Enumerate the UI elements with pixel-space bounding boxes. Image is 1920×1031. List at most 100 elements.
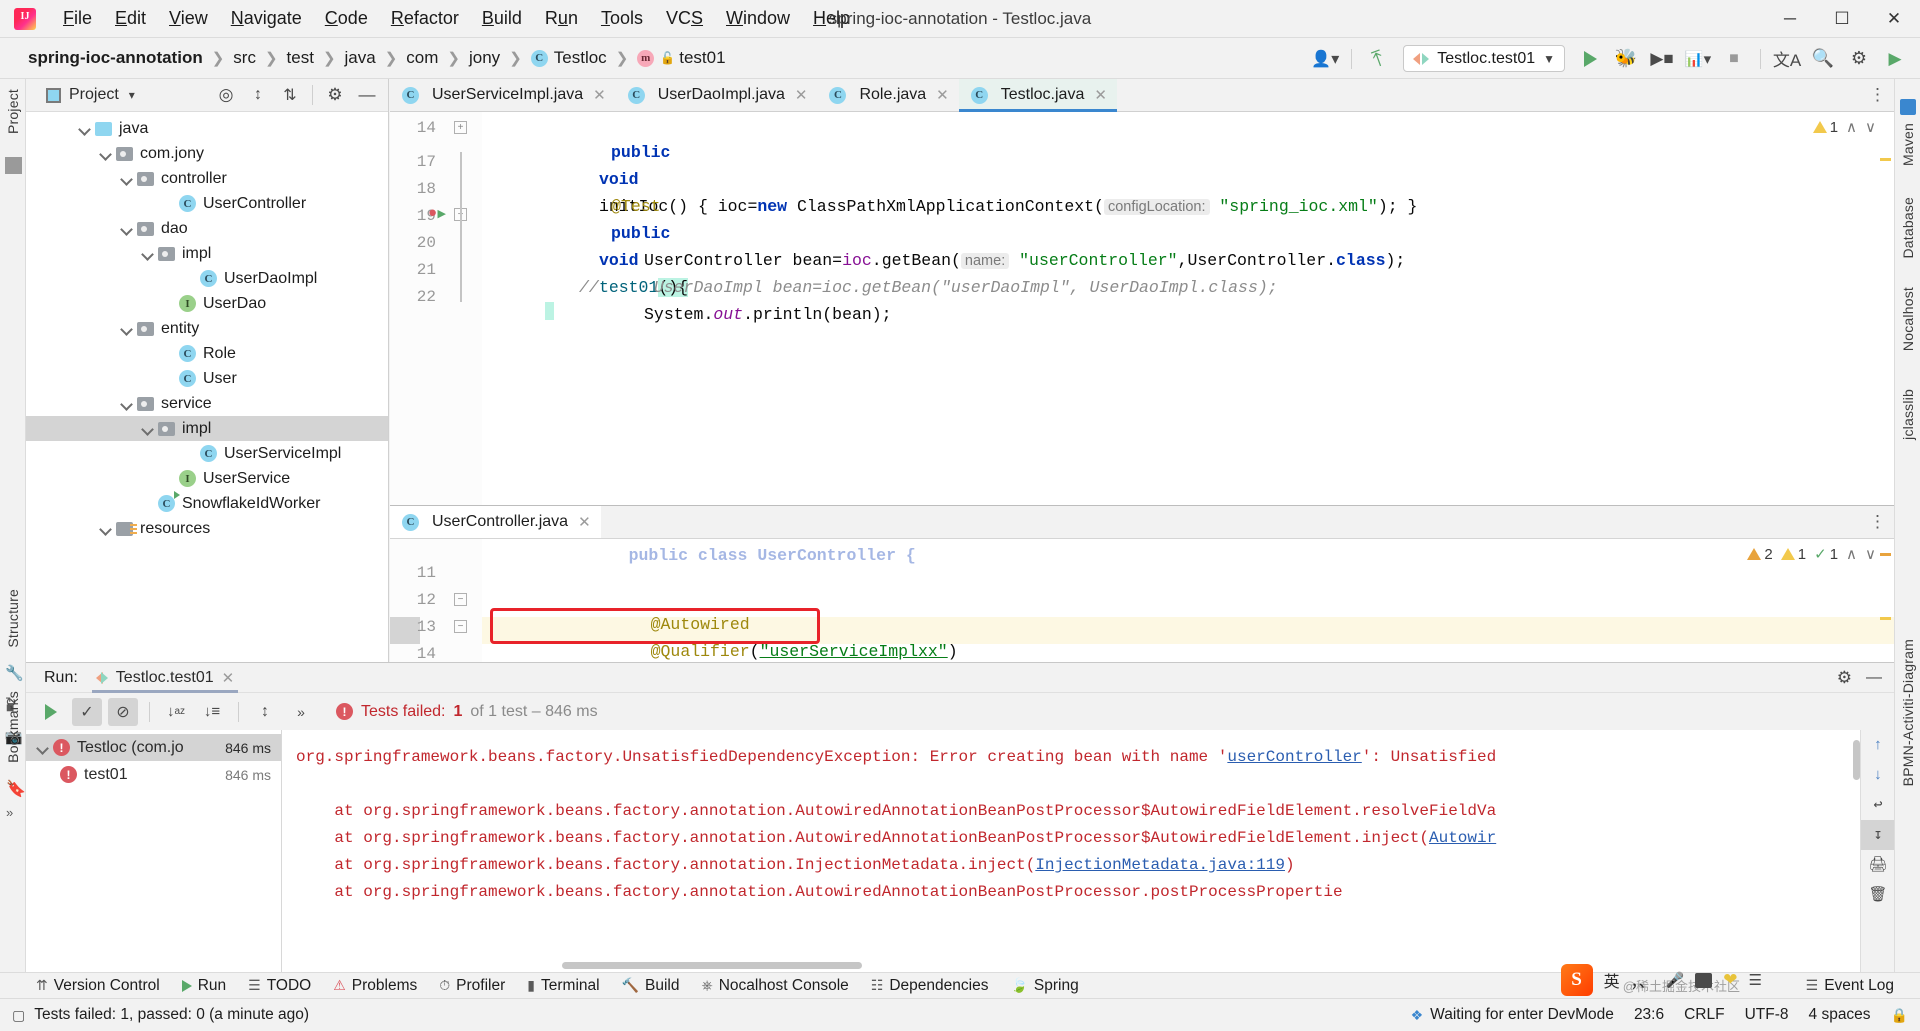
- updates-icon[interactable]: ▶: [1880, 44, 1910, 74]
- minimap-error-stripe-2[interactable]: [1880, 617, 1891, 620]
- menu-item-help[interactable]: Help: [802, 4, 861, 33]
- tree-node-userdaoimpl[interactable]: C UserDaoImpl: [26, 266, 388, 291]
- indent-setting[interactable]: 4 spaces: [1809, 1006, 1871, 1024]
- chevron-down-icon[interactable]: [120, 172, 134, 186]
- editor-tab-bar[interactable]: C UserServiceImpl.java ✕ C UserDaoImpl.j…: [390, 79, 1894, 112]
- test-tree-row-suite[interactable]: ! Testloc (com.jo 846 ms: [26, 734, 281, 761]
- sort-by-duration-icon[interactable]: ↓≡: [197, 698, 227, 726]
- expand-collapse-icon[interactable]: ↕: [250, 698, 280, 726]
- menu-icon[interactable]: ☰: [1749, 971, 1762, 989]
- print-icon[interactable]: 🖨: [1861, 850, 1894, 880]
- debug-icon[interactable]: 🐝: [1611, 44, 1641, 74]
- strip-label-bookmarks[interactable]: Bookmarks: [5, 691, 21, 763]
- chevron-down-icon[interactable]: [78, 122, 92, 136]
- close-icon[interactable]: ✕: [593, 86, 606, 104]
- split-editor-tab-bar[interactable]: C UserController.java ✕ ⋮: [390, 506, 1894, 539]
- build-icon[interactable]: ⤒: [1359, 39, 1397, 77]
- editor-tab-testloc[interactable]: C Testloc.java ✕: [958, 79, 1118, 112]
- scroll-to-end-icon[interactable]: ↧: [1861, 820, 1894, 850]
- next-problem-icon[interactable]: ∨: [1865, 118, 1876, 136]
- bottom-tab-nocalhost[interactable]: ⎈ Nocalhost Console: [701, 977, 848, 995]
- devmode-status[interactable]: ❖ Waiting for enter DevMode: [1411, 1006, 1614, 1024]
- microphone-icon[interactable]: 🎤: [1666, 971, 1685, 989]
- prev-problem-icon[interactable]: ∧: [1846, 118, 1857, 136]
- scroll-up-icon[interactable]: ↑: [1861, 730, 1894, 760]
- chevron-down-icon[interactable]: [120, 222, 134, 236]
- minimap-warning-stripe[interactable]: [1880, 158, 1891, 161]
- test-results-tree[interactable]: ! Testloc (com.jo 846 ms ! test01 846 ms: [26, 730, 282, 972]
- rerun-icon[interactable]: [36, 698, 66, 726]
- minimap-error-stripe-1[interactable]: [1880, 553, 1891, 556]
- editor-tab-userserviceimpl[interactable]: C UserServiceImpl.java ✕: [390, 79, 616, 111]
- strip-label-project[interactable]: Project: [5, 89, 21, 134]
- bottom-tab-spring[interactable]: 🍃 Spring: [1010, 977, 1078, 995]
- green-check-count[interactable]: ✓ 1: [1814, 545, 1838, 564]
- strip-label-structure[interactable]: Structure: [5, 589, 21, 648]
- tools-icon[interactable]: 🔧: [5, 664, 24, 682]
- fold-collapse-icon[interactable]: −: [454, 593, 467, 606]
- fold-expand-icon[interactable]: +: [454, 121, 467, 134]
- breadcrumb-com[interactable]: com: [406, 48, 438, 68]
- tree-node-impl[interactable]: impl: [26, 241, 388, 266]
- test-tree-row-test[interactable]: ! test01 846 ms: [26, 761, 281, 788]
- window-controls[interactable]: ─ ☐ ✕: [1764, 0, 1920, 38]
- translate-icon[interactable]: 文A: [1772, 44, 1802, 74]
- run-console-output[interactable]: org.springframework.beans.factory.Unsati…: [282, 730, 1894, 972]
- scroll-down-icon[interactable]: ↓: [1861, 760, 1894, 790]
- menu-item-view[interactable]: View: [158, 4, 219, 33]
- tree-node-entity[interactable]: entity: [26, 316, 388, 341]
- tree-node-userservice[interactable]: I UserService: [26, 466, 388, 491]
- run-toolbar[interactable]: ✓ ⊘ ↓ az ↓≡ ↕ » ! Tests failed: 1 of 1 te…: [26, 693, 1894, 730]
- close-icon[interactable]: ✕: [222, 669, 235, 687]
- chevron-down-icon[interactable]: ▾: [129, 88, 135, 102]
- bottom-tab-run[interactable]: Run: [181, 977, 226, 995]
- lock-icon[interactable]: 🔒: [1891, 1007, 1908, 1024]
- menu-item-window[interactable]: Window: [715, 4, 801, 33]
- expand-all-icon[interactable]: ↕: [243, 80, 273, 110]
- close-button[interactable]: ✕: [1868, 0, 1920, 38]
- fold-collapse-icon-2[interactable]: −: [454, 620, 467, 633]
- sort-alphabetically-icon[interactable]: ↓ az: [161, 698, 191, 726]
- line-separator[interactable]: CRLF: [1684, 1006, 1724, 1024]
- tree-node-usercontroller[interactable]: C UserController: [26, 191, 388, 216]
- menu-item-tools[interactable]: Tools: [590, 4, 654, 33]
- strip-label-database[interactable]: Database: [1900, 197, 1916, 259]
- menu-item-run[interactable]: Run: [534, 4, 589, 33]
- more-options-icon[interactable]: ⋮: [1869, 85, 1886, 105]
- vertical-scrollbar[interactable]: [1853, 740, 1860, 780]
- chevron-down-icon[interactable]: [99, 147, 113, 161]
- bottom-tab-problems[interactable]: ⚠ Problems: [333, 977, 417, 995]
- tree-node-dao[interactable]: dao: [26, 216, 388, 241]
- chevron-down-icon[interactable]: [141, 422, 155, 436]
- maximize-button[interactable]: ☐: [1816, 0, 1868, 38]
- more-strip-icon[interactable]: »: [6, 805, 13, 820]
- tree-node-controller[interactable]: controller: [26, 166, 388, 191]
- gear-icon[interactable]: ⚙: [320, 80, 350, 110]
- tree-node-userserviceimpl[interactable]: C UserServiceImpl: [26, 441, 388, 466]
- run-with-coverage-icon[interactable]: ▶■: [1647, 44, 1677, 74]
- settings-icon[interactable]: ⚙: [1844, 44, 1874, 74]
- prev-problem-icon[interactable]: ∧: [1846, 545, 1857, 563]
- collapse-all-icon[interactable]: ⇅: [275, 80, 305, 110]
- tree-node-role[interactable]: C Role: [26, 341, 388, 366]
- run-tab[interactable]: Testloc.test01 ✕: [91, 663, 239, 693]
- code-editor-testloc[interactable]: 14 17 18 19 20 21 22 ● ▶ + − public: [390, 112, 1894, 721]
- close-icon[interactable]: ✕: [1094, 86, 1107, 104]
- menu-bar[interactable]: File Edit View Navigate Code Refactor Bu…: [52, 4, 861, 33]
- breadcrumb-test[interactable]: test: [287, 48, 314, 68]
- hide-ignored-icon[interactable]: ⊘: [108, 697, 138, 726]
- chevron-down-icon[interactable]: [99, 522, 113, 536]
- ime-language-label[interactable]: 英: [1604, 968, 1620, 992]
- breadcrumb-project[interactable]: spring-ioc-annotation: [28, 48, 203, 68]
- bottom-tab-build[interactable]: 🔨 Build: [622, 977, 680, 995]
- run-test-gutter-icon[interactable]: ● ▶: [428, 204, 446, 222]
- close-icon[interactable]: ✕: [795, 86, 808, 104]
- strip-label-jclasslib[interactable]: jclasslib: [1900, 389, 1916, 440]
- close-icon[interactable]: ✕: [936, 86, 949, 104]
- editor-inspection-widget[interactable]: 1 ∧ ∨: [1812, 118, 1876, 136]
- profiler-icon[interactable]: 📊▾: [1683, 44, 1713, 74]
- strip-label-bpmn[interactable]: BPMN-Activiti-Diagram: [1900, 639, 1916, 786]
- bottom-tab-todo[interactable]: ☰ TODO: [248, 977, 311, 995]
- breadcrumb-src[interactable]: src: [233, 48, 256, 68]
- bottom-tab-profiler[interactable]: ⏱ Profiler: [439, 977, 505, 995]
